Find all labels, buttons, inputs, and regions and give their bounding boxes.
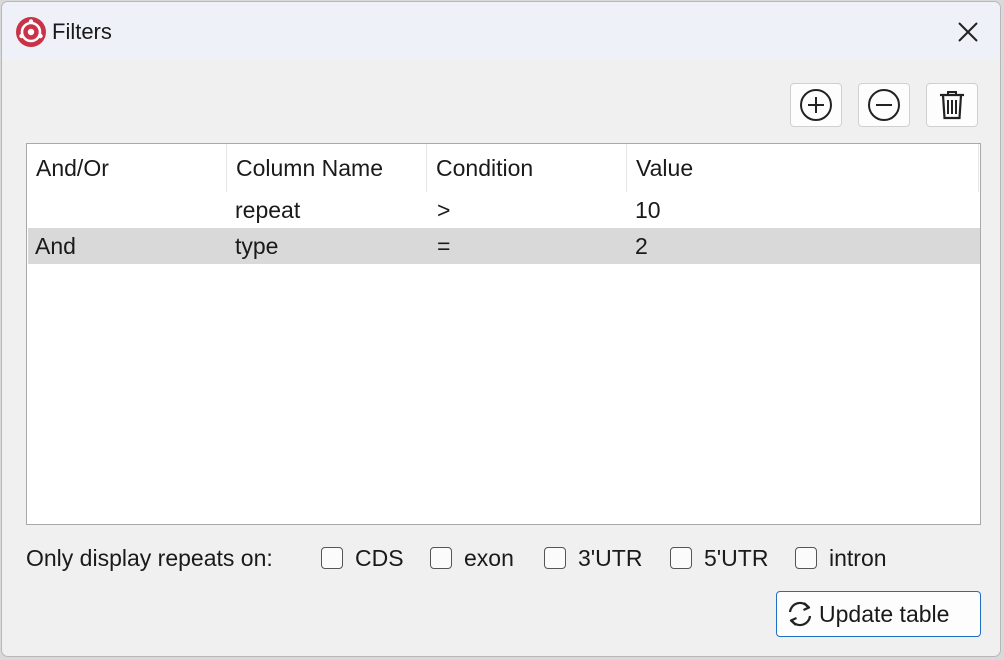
checkbox-label: intron <box>829 545 887 571</box>
checkbox-3utr[interactable]: 3'UTR <box>544 543 642 573</box>
app-logo-icon <box>16 17 46 47</box>
table-row[interactable]: repeat > 10 <box>28 192 980 228</box>
plus-circle-icon <box>800 89 832 121</box>
table-row[interactable]: And type = 2 <box>28 228 980 264</box>
cell-andor: And <box>35 233 76 259</box>
checkbox-5utr[interactable]: 5'UTR <box>670 543 768 573</box>
minus-circle-icon <box>868 89 900 121</box>
filter-table[interactable]: And/Or Column Name Condition Value repea… <box>26 143 981 525</box>
checkbox-box[interactable] <box>430 547 452 569</box>
table-header: And/Or Column Name Condition Value <box>27 144 980 192</box>
checkbox-label: exon <box>464 545 514 571</box>
checkbox-box[interactable] <box>795 547 817 569</box>
region-filter-label: Only display repeats on: <box>26 545 273 571</box>
clear-filters-button[interactable] <box>926 83 978 127</box>
trash-icon <box>940 91 964 120</box>
cell-column-name: repeat <box>235 197 301 223</box>
window-title: Filters <box>52 19 112 44</box>
cell-value: 2 <box>635 233 648 259</box>
column-header-andor[interactable]: And/Or <box>27 144 227 192</box>
update-table-label: Update table <box>819 600 950 627</box>
checkbox-label: CDS <box>355 545 404 571</box>
cell-condition: > <box>437 197 451 223</box>
cell-value: 10 <box>635 197 661 223</box>
checkbox-label: 5'UTR <box>704 545 769 571</box>
cell-column-name: type <box>235 233 279 259</box>
checkbox-box[interactable] <box>321 547 343 569</box>
filters-dialog: Filters And/Or Column Name Condition Val… <box>1 1 1001 657</box>
title-bar: Filters <box>2 2 1000 60</box>
checkbox-label: 3'UTR <box>578 545 643 571</box>
column-header-value[interactable]: Value <box>627 144 979 192</box>
column-header-column-name[interactable]: Column Name <box>227 144 427 192</box>
add-filter-button[interactable] <box>790 83 842 127</box>
update-table-button[interactable]: Update table <box>776 591 981 637</box>
column-header-condition[interactable]: Condition <box>427 144 627 192</box>
checkbox-cds[interactable]: CDS <box>321 543 404 573</box>
checkbox-intron[interactable]: intron <box>795 543 887 573</box>
checkbox-box[interactable] <box>544 547 566 569</box>
remove-filter-button[interactable] <box>858 83 910 127</box>
checkbox-exon[interactable]: exon <box>430 543 514 573</box>
close-icon[interactable] <box>954 18 982 46</box>
cell-condition: = <box>437 233 451 259</box>
refresh-icon <box>788 601 812 627</box>
checkbox-box[interactable] <box>670 547 692 569</box>
